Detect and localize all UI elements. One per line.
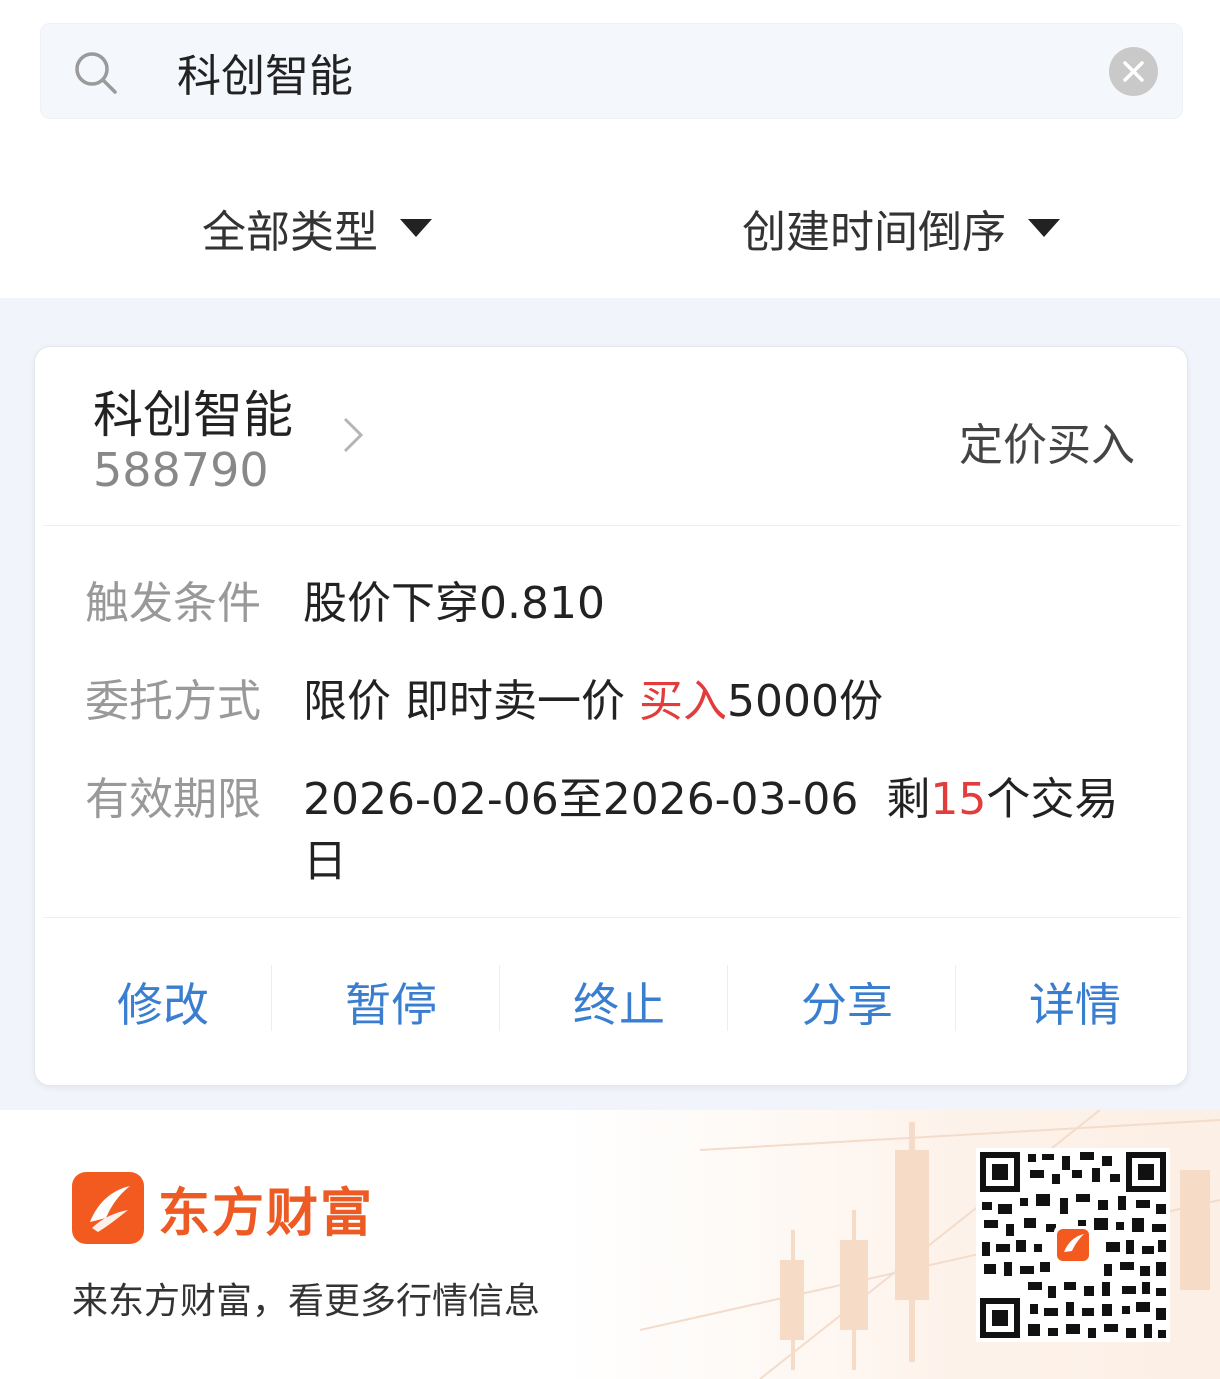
search-bar bbox=[40, 23, 1183, 119]
action-separator bbox=[955, 965, 956, 1031]
type-filter-label: 全部类型 bbox=[202, 207, 378, 258]
validity-remaining-days: 15 bbox=[930, 774, 987, 825]
type-filter-dropdown[interactable]: 全部类型 bbox=[202, 198, 432, 258]
stock-header[interactable]: 科创智能 588790 定价买入 bbox=[35, 347, 1189, 525]
pause-button[interactable]: 暂停 bbox=[277, 917, 505, 1087]
method-suffix: 5000份 bbox=[726, 676, 883, 727]
action-separator bbox=[727, 965, 728, 1031]
chevron-right-icon bbox=[343, 417, 364, 453]
stock-name: 科创智能 bbox=[93, 386, 293, 444]
order-list: 科创智能 588790 定价买入 触发条件 股价下穿0.810 委托方式 限价 … bbox=[0, 298, 1220, 1110]
conditional-order-card: 科创智能 588790 定价买入 触发条件 股价下穿0.810 委托方式 限价 … bbox=[34, 346, 1188, 1086]
stock-code: 588790 bbox=[93, 443, 269, 497]
validity-range: 2026-02-06至2026-03-06 bbox=[303, 774, 859, 825]
brand-logo-icon bbox=[72, 1172, 144, 1244]
divider bbox=[43, 525, 1181, 526]
method-action: 买入 bbox=[638, 676, 727, 727]
brand-logo: 东方财富 bbox=[72, 1172, 374, 1244]
trigger-value: 股价下穿0.810 bbox=[303, 578, 605, 629]
search-input[interactable] bbox=[177, 44, 1077, 100]
validity-label: 有效期限 bbox=[85, 774, 261, 825]
filter-bar: 全部类型 创建时间倒序 bbox=[0, 140, 1220, 298]
brand-name: 东方财富 bbox=[158, 1183, 375, 1244]
validity-value: 2026-02-06至2026-03-06 剩15个交易 bbox=[303, 763, 1118, 827]
banner-slogan: 来东方财富，看更多行情信息 bbox=[72, 1281, 541, 1322]
search-icon bbox=[75, 52, 117, 94]
share-button[interactable]: 分享 bbox=[733, 917, 961, 1087]
qr-code bbox=[976, 1148, 1170, 1342]
caret-down-icon bbox=[1028, 219, 1060, 237]
order-type: 定价买入 bbox=[959, 420, 1135, 471]
action-separator bbox=[499, 965, 500, 1031]
action-separator bbox=[271, 965, 272, 1031]
sort-filter-dropdown[interactable]: 创建时间倒序 bbox=[742, 198, 1060, 258]
promo-banner[interactable]: 东方财富 来东方财富，看更多行情信息 bbox=[0, 1110, 1220, 1379]
terminate-button[interactable]: 终止 bbox=[505, 917, 733, 1087]
method-prefix: 限价 即时卖一价 bbox=[303, 676, 639, 727]
trigger-label: 触发条件 bbox=[85, 578, 261, 629]
clear-icon bbox=[1123, 61, 1144, 82]
app-page: 全部类型 创建时间倒序 科创智能 588790 定价买入 bbox=[0, 0, 1220, 1379]
clear-search-button[interactable] bbox=[1109, 47, 1158, 96]
sort-filter-label: 创建时间倒序 bbox=[742, 207, 1006, 258]
details-button[interactable]: 详情 bbox=[961, 917, 1189, 1087]
validity-remaining-suffix2: 日 bbox=[303, 836, 347, 887]
method-label: 委托方式 bbox=[85, 676, 261, 727]
modify-button[interactable]: 修改 bbox=[49, 917, 277, 1087]
caret-down-icon bbox=[400, 219, 432, 237]
validity-remaining-suffix: 个交易 bbox=[986, 774, 1119, 825]
validity-remaining-prefix: 剩 bbox=[886, 774, 931, 825]
card-actions: 修改 暂停 终止 分享 详情 bbox=[35, 917, 1189, 1087]
method-value: 限价 即时卖一价 买入5000份 bbox=[303, 665, 883, 729]
